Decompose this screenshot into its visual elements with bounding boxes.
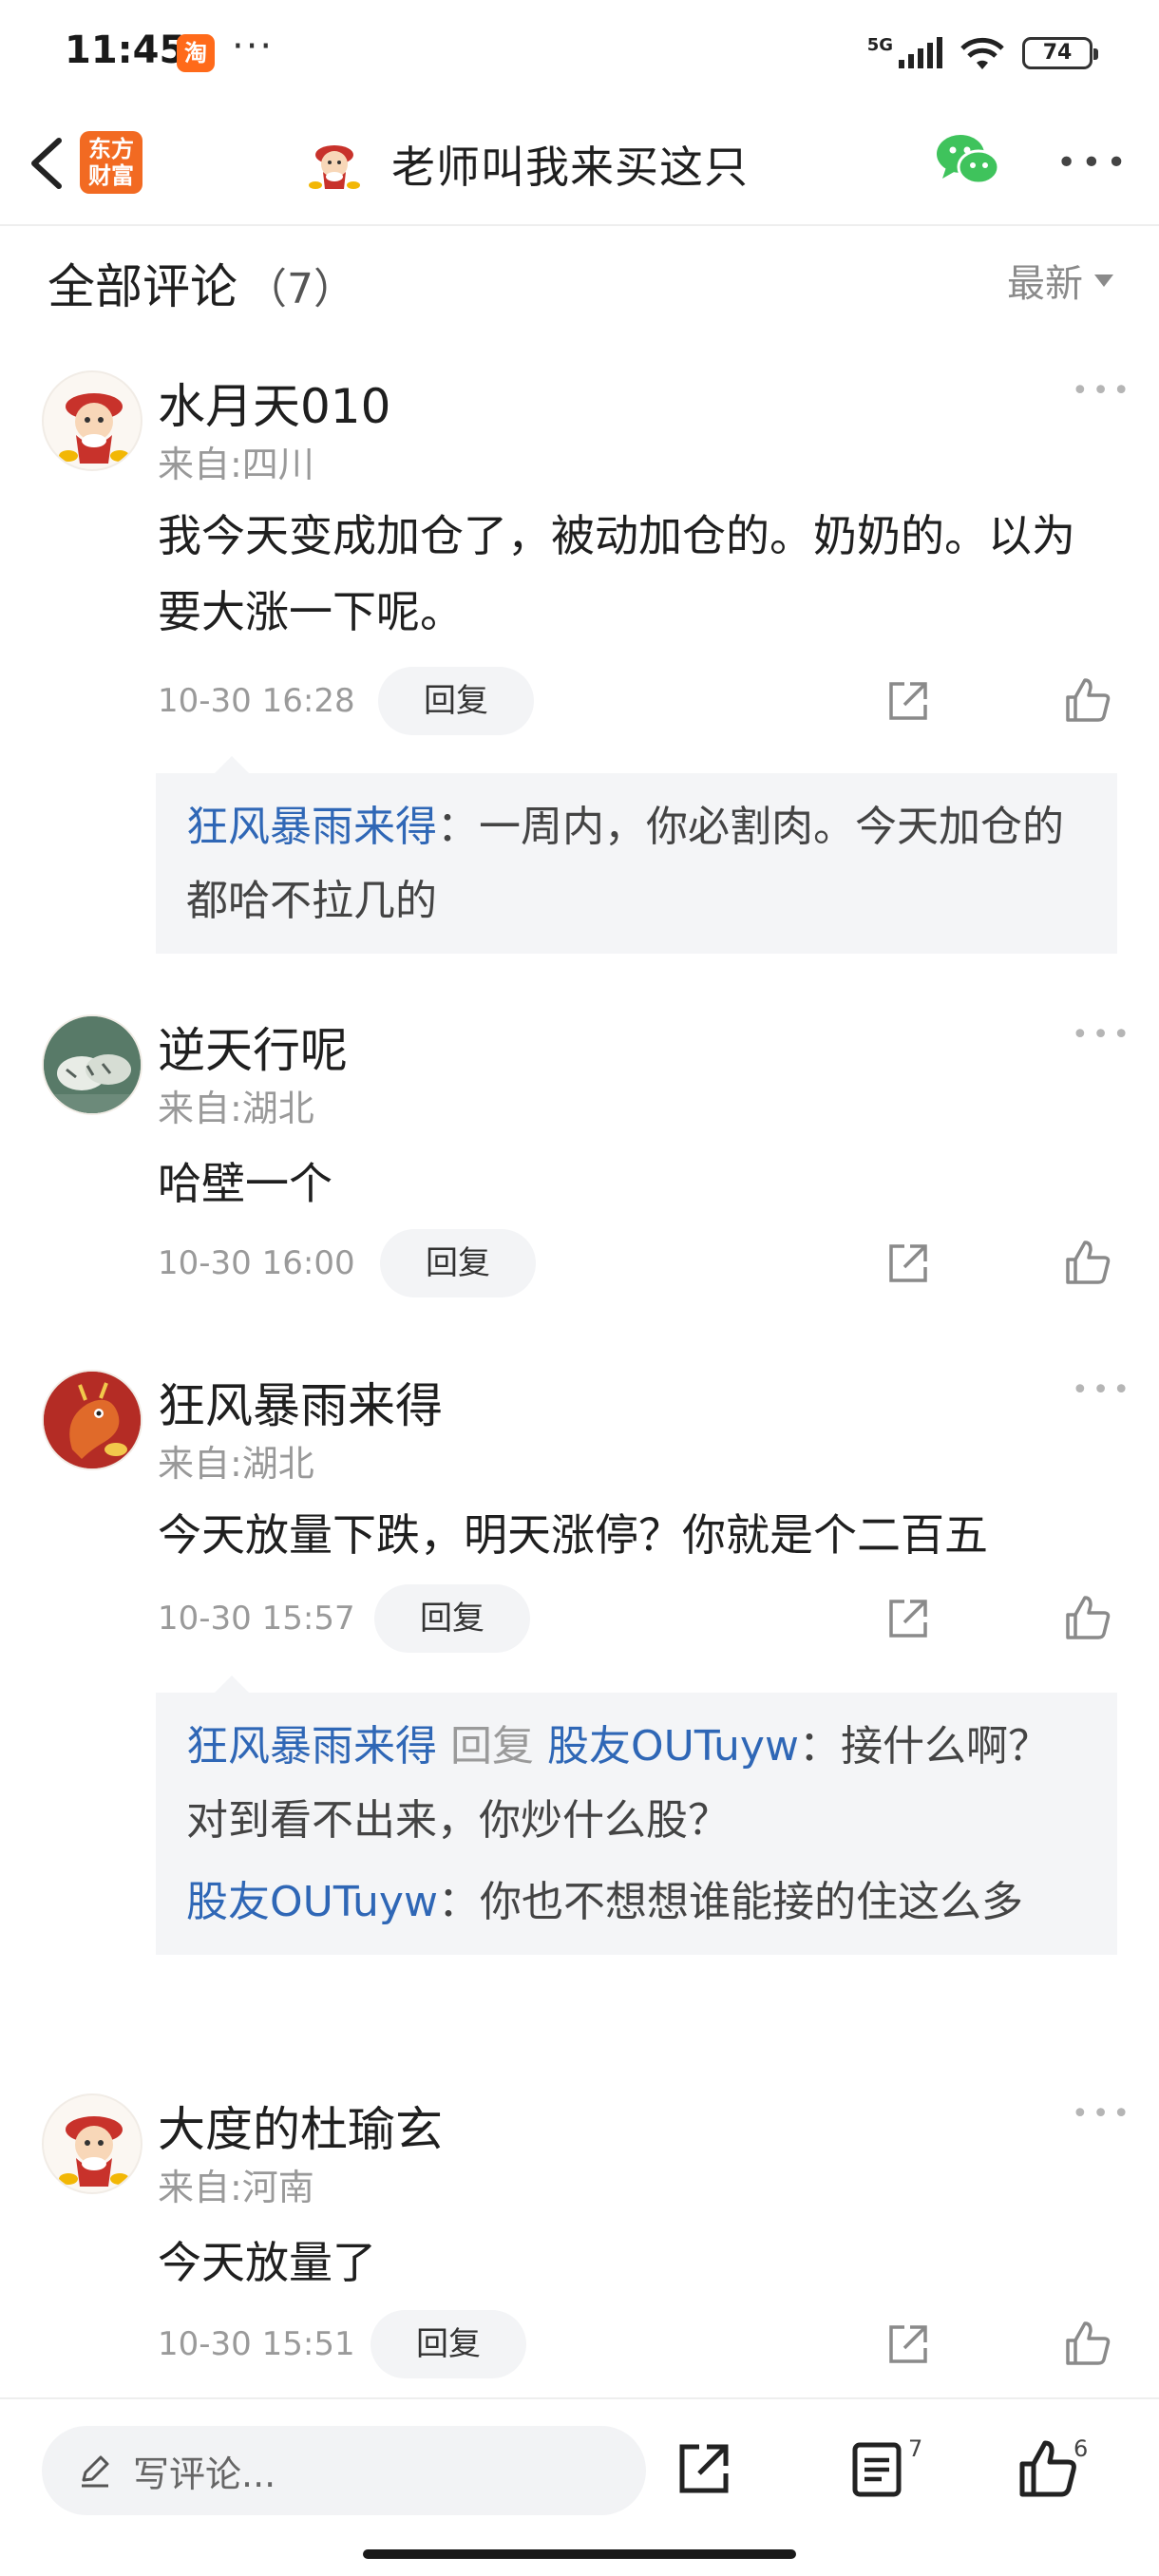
- comment-item: 逆天行呢 来自:湖北 ••• 哈壁一个 10-30 16:00 回复: [0, 1014, 1159, 1318]
- comment-username[interactable]: 逆天行呢: [158, 1013, 348, 1081]
- comment-more-icon[interactable]: •••: [1072, 2100, 1133, 2129]
- reply-author[interactable]: 狂风暴雨来得: [186, 803, 437, 851]
- thumbs-up-icon[interactable]: [1062, 1237, 1113, 1288]
- header-title-group: 老师叫我来买这只: [304, 133, 749, 196]
- reply-button[interactable]: 回复: [374, 1584, 530, 1653]
- battery-indicator: 74: [1022, 37, 1098, 69]
- comment-item: 大度的杜瑜玄 来自:河南 ••• 今天放量了 10-30 15:51 回复: [0, 2093, 1159, 2397]
- share-icon[interactable]: [884, 1594, 933, 1643]
- network-label: 5G: [866, 34, 893, 55]
- avatar[interactable]: [42, 1014, 142, 1115]
- brand-logo-line2: 财富: [88, 162, 134, 189]
- comment-count-badge: 7: [908, 2435, 923, 2462]
- comment-time: 10-30 15:57: [158, 1600, 355, 1638]
- tiger-photo-avatar-icon: [44, 1016, 141, 1113]
- comments-section-title: 全部评论 （7）: [48, 249, 355, 317]
- comment-time: 10-30 16:00: [158, 1244, 355, 1282]
- taobao-app-icon: 淘: [177, 34, 215, 72]
- comment-location: 来自:湖北: [158, 1443, 314, 1485]
- back-arrow-icon[interactable]: [19, 131, 76, 196]
- status-right-group: 5G 74: [866, 32, 1098, 74]
- dragon-avatar-icon: [44, 1372, 141, 1468]
- reply-author[interactable]: 狂风暴雨来得: [186, 1722, 437, 1771]
- write-comment-placeholder: 写评论...: [133, 2453, 276, 2495]
- comment-more-icon[interactable]: •••: [1072, 1021, 1133, 1050]
- thumbs-up-icon[interactable]: [1062, 674, 1113, 726]
- fortune-god-avatar-icon: [309, 145, 360, 189]
- reply-button[interactable]: 回复: [370, 2310, 526, 2378]
- comment-more-icon[interactable]: •••: [1072, 1376, 1133, 1405]
- share-icon[interactable]: [884, 676, 933, 726]
- share-icon[interactable]: [884, 2320, 933, 2369]
- comment-more-icon[interactable]: •••: [1072, 377, 1133, 406]
- sort-label: 最新: [1007, 262, 1083, 306]
- reply-item[interactable]: 狂风暴雨来得 回复 股友OUTuyw：接什么啊？对到看不出来，你炒什么股？: [186, 1710, 1087, 1858]
- comment-time: 10-30 16:28: [158, 682, 355, 720]
- avatar[interactable]: [42, 1370, 142, 1470]
- reply-button[interactable]: 回复: [380, 1229, 536, 1297]
- reply-author[interactable]: 股友OUTuyw: [186, 1878, 438, 1926]
- comment-item: 狂风暴雨来得 来自:湖北 ••• 今天放量下跌，明天涨停？你就是个二百五 10-…: [0, 1370, 1159, 2054]
- thumbs-up-icon[interactable]: [1062, 2318, 1113, 2369]
- avatar[interactable]: [42, 2093, 142, 2194]
- wechat-icon[interactable]: [935, 129, 1001, 192]
- reply-text: ：你也不想想谁能接的住这么多: [437, 1878, 1023, 1926]
- wifi-icon: [960, 37, 1004, 69]
- more-options-icon[interactable]: •••: [1056, 146, 1131, 180]
- comment-content: 哈壁一个: [158, 1158, 332, 1209]
- reply-button[interactable]: 回复: [378, 667, 534, 735]
- pencil-icon: [82, 2455, 109, 2488]
- brand-logo[interactable]: 东方 财富: [80, 131, 142, 194]
- comment-content: 今天放量了: [158, 2237, 376, 2288]
- comment-username[interactable]: 狂风暴雨来得: [158, 1368, 443, 1436]
- home-indicator[interactable]: [363, 2549, 796, 2559]
- avatar[interactable]: [42, 370, 142, 471]
- reply-thread: 狂风暴雨来得 回复 股友OUTuyw：接什么啊？对到看不出来，你炒什么股？ 股友…: [156, 1676, 1117, 1955]
- sort-dropdown[interactable]: 最新: [1007, 253, 1113, 308]
- comment-content: 今天放量下跌，明天涨停？你就是个二百五: [158, 1509, 988, 1561]
- share-icon[interactable]: [673, 2437, 735, 2500]
- status-bar: 11:45 淘 ··· 5G 74: [0, 0, 1159, 104]
- comment-location: 来自:四川: [158, 444, 314, 485]
- write-comment-input[interactable]: 写评论...: [42, 2426, 646, 2515]
- reply-item[interactable]: 狂风暴雨来得：一周内，你必割肉。今天加仓的都哈不拉几的: [186, 790, 1087, 938]
- like-count-badge: 6: [1074, 2435, 1089, 2462]
- signal-icon: [899, 37, 942, 68]
- reply-connector: 回复: [450, 1722, 534, 1771]
- reply-target[interactable]: 股友OUTuyw: [547, 1722, 799, 1771]
- comment-location: 来自:河南: [158, 2167, 314, 2208]
- fortune-god-avatar-icon: [59, 2116, 129, 2187]
- comment-username[interactable]: 水月天010: [158, 369, 390, 437]
- comment-count: （7）: [245, 265, 355, 313]
- comment-item: 水月天010 来自:四川 ••• 我今天变成加仓了，被动加仓的。奶奶的。以为要大…: [0, 370, 1159, 959]
- brand-logo-line1: 东方: [88, 136, 134, 162]
- reply-thread: 狂风暴雨来得：一周内，你必割肉。今天加仓的都哈不拉几的: [156, 756, 1117, 954]
- thumbs-up-icon[interactable]: [1062, 1592, 1113, 1643]
- caret-down-icon: [1094, 274, 1113, 287]
- comment-username[interactable]: 大度的杜瑜玄: [158, 2092, 443, 2160]
- comment-content: 我今天变成加仓了，被动加仓的。奶奶的。以为要大涨一下呢。: [158, 510, 1075, 637]
- thumbs-up-icon[interactable]: [1016, 2437, 1079, 2500]
- page-title: 老师叫我来买这只: [391, 142, 749, 193]
- status-time: 11:45: [65, 28, 186, 72]
- top-nav-bar: 东方 财富 老师叫我来买这只 •••: [0, 104, 1159, 226]
- status-more-indicator: ···: [232, 25, 275, 68]
- fortune-god-avatar-icon: [59, 393, 129, 464]
- comment-location: 来自:湖北: [158, 1088, 314, 1129]
- share-icon[interactable]: [884, 1239, 933, 1288]
- section-title-text: 全部评论: [48, 259, 238, 314]
- comment-list-icon[interactable]: [846, 2437, 908, 2500]
- reply-item[interactable]: 股友OUTuyw：你也不想想谁能接的住这么多: [186, 1866, 1087, 1940]
- comment-time: 10-30 15:51: [158, 2325, 355, 2363]
